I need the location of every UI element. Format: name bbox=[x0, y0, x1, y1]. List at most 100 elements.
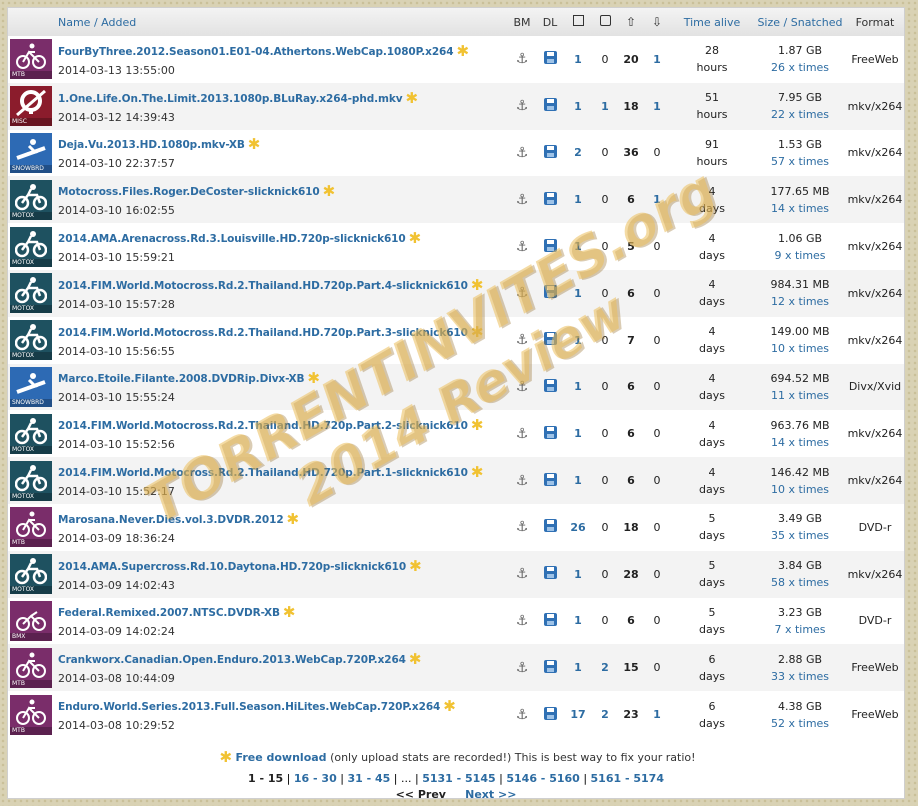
torrent-name-link[interactable]: 2014.FIM.World.Motocross.Rd.2.Thailand.H… bbox=[58, 327, 468, 339]
leechers-count[interactable]: 1 bbox=[653, 193, 661, 206]
seeders-count[interactable]: 6 bbox=[627, 380, 635, 393]
torrent-name-link[interactable]: Marosana.Never.Dies.vol.3.DVDR.2012 bbox=[58, 514, 284, 526]
sort-time-alive-link[interactable]: Time alive bbox=[684, 16, 741, 29]
page-link[interactable]: 16 - 30 bbox=[294, 772, 337, 785]
download-disk-icon[interactable] bbox=[543, 706, 557, 720]
bookmark-anchor-icon[interactable]: ⚓ bbox=[516, 285, 529, 301]
bookmark-anchor-icon[interactable]: ⚓ bbox=[516, 379, 529, 395]
seeders-count[interactable]: 18 bbox=[623, 100, 638, 113]
download-disk-icon[interactable] bbox=[543, 332, 557, 346]
snatched-link[interactable]: 7 x times bbox=[774, 623, 825, 636]
seeders-count[interactable]: 6 bbox=[627, 427, 635, 440]
seeders-count[interactable]: 23 bbox=[623, 708, 638, 721]
category-icon[interactable]: MOTOX bbox=[10, 554, 52, 595]
prev-link[interactable]: << Prev bbox=[396, 788, 446, 801]
torrent-name-link[interactable]: Motocross.Files.Roger.DeCoster-slicknick… bbox=[58, 186, 320, 198]
snatched-link[interactable]: 35 x times bbox=[771, 529, 829, 542]
seeders-count[interactable]: 6 bbox=[627, 474, 635, 487]
download-disk-icon[interactable] bbox=[543, 378, 557, 392]
sort-name-link[interactable]: Name bbox=[58, 16, 90, 29]
seeders-count[interactable]: 6 bbox=[627, 193, 635, 206]
snatched-link[interactable]: 22 x times bbox=[771, 108, 829, 121]
category-icon[interactable]: MOTOX bbox=[10, 179, 52, 220]
category-icon[interactable]: MOTOX bbox=[10, 226, 52, 267]
bookmark-anchor-icon[interactable]: ⚓ bbox=[516, 707, 529, 723]
bookmark-anchor-icon[interactable]: ⚓ bbox=[516, 566, 529, 582]
torrent-name-link[interactable]: Deja.Vu.2013.HD.1080p.mkv-XB bbox=[58, 139, 245, 151]
snatched-link[interactable]: 14 x times bbox=[771, 436, 829, 449]
next-link[interactable]: Next >> bbox=[465, 788, 516, 801]
download-disk-icon[interactable] bbox=[543, 191, 557, 205]
torrent-name-link[interactable]: Enduro.World.Series.2013.Full.Season.HiL… bbox=[58, 701, 440, 713]
download-disk-icon[interactable] bbox=[543, 425, 557, 439]
category-icon[interactable]: SNOWBRD bbox=[10, 366, 52, 407]
category-icon[interactable]: BMX bbox=[10, 600, 52, 641]
download-disk-icon[interactable] bbox=[543, 238, 557, 252]
category-icon[interactable]: MOTOX bbox=[10, 320, 52, 361]
sort-snatched-link[interactable]: Snatched bbox=[791, 16, 843, 29]
download-disk-icon[interactable] bbox=[543, 566, 557, 580]
bookmark-anchor-icon[interactable]: ⚓ bbox=[516, 98, 529, 114]
snatched-link[interactable]: 11 x times bbox=[771, 389, 829, 402]
seeders-count[interactable]: 15 bbox=[623, 661, 638, 674]
category-icon[interactable]: MISC bbox=[10, 86, 52, 127]
sort-size-link[interactable]: Size bbox=[757, 16, 780, 29]
category-icon[interactable]: MOTOX bbox=[10, 460, 52, 501]
snatched-link[interactable]: 12 x times bbox=[771, 295, 829, 308]
torrent-name-link[interactable]: 2014.FIM.World.Motocross.Rd.2.Thailand.H… bbox=[58, 280, 468, 292]
torrent-name-link[interactable]: 2014.FIM.World.Motocross.Rd.2.Thailand.H… bbox=[58, 467, 468, 479]
seeders-count[interactable]: 5 bbox=[627, 240, 635, 253]
files-count[interactable]: 1 bbox=[574, 427, 582, 440]
files-count[interactable]: 1 bbox=[574, 661, 582, 674]
download-disk-icon[interactable] bbox=[543, 472, 557, 486]
leechers-count[interactable]: 1 bbox=[653, 708, 661, 721]
category-icon[interactable]: MTB bbox=[10, 647, 52, 688]
comments-count[interactable]: 2 bbox=[601, 661, 609, 674]
torrent-name-link[interactable]: 2014.AMA.Supercross.Rd.10.Daytona.HD.720… bbox=[58, 561, 406, 573]
snatched-link[interactable]: 58 x times bbox=[771, 576, 829, 589]
seeders-arrow-up-icon[interactable]: ⇧ bbox=[626, 15, 636, 29]
torrent-name-link[interactable]: 1.One.Life.On.The.Limit.2013.1080p.BLuRa… bbox=[58, 93, 403, 105]
bookmark-anchor-icon[interactable]: ⚓ bbox=[516, 473, 529, 489]
bookmark-anchor-icon[interactable]: ⚓ bbox=[516, 51, 529, 67]
files-count[interactable]: 17 bbox=[570, 708, 585, 721]
page-link[interactable]: 5161 - 5174 bbox=[591, 772, 664, 785]
category-icon[interactable]: MTB bbox=[10, 507, 52, 548]
torrent-name-link[interactable]: 2014.FIM.World.Motocross.Rd.2.Thailand.H… bbox=[58, 420, 468, 432]
files-count[interactable]: 1 bbox=[574, 614, 582, 627]
torrent-name-link[interactable]: Marco.Etoile.Filante.2008.DVDRip.Divx-XB bbox=[58, 373, 305, 385]
files-count[interactable]: 1 bbox=[574, 100, 582, 113]
category-icon[interactable]: MOTOX bbox=[10, 413, 52, 454]
download-disk-icon[interactable] bbox=[543, 659, 557, 673]
download-disk-icon[interactable] bbox=[543, 612, 557, 626]
download-disk-icon[interactable] bbox=[543, 51, 557, 65]
bookmark-anchor-icon[interactable]: ⚓ bbox=[516, 332, 529, 348]
page-link[interactable]: 5131 - 5145 bbox=[422, 772, 495, 785]
download-disk-icon[interactable] bbox=[543, 519, 557, 533]
bookmark-anchor-icon[interactable]: ⚓ bbox=[516, 519, 529, 535]
files-count[interactable]: 1 bbox=[574, 334, 582, 347]
comments-count[interactable]: 1 bbox=[601, 100, 609, 113]
leechers-arrow-down-icon[interactable]: ⇩ bbox=[652, 15, 662, 29]
bookmark-anchor-icon[interactable]: ⚓ bbox=[516, 660, 529, 676]
snatched-link[interactable]: 10 x times bbox=[771, 342, 829, 355]
download-disk-icon[interactable] bbox=[543, 144, 557, 158]
category-icon[interactable]: MOTOX bbox=[10, 273, 52, 314]
torrent-name-link[interactable]: Crankworx.Canadian.Open.Enduro.2013.WebC… bbox=[58, 654, 406, 666]
bookmark-anchor-icon[interactable]: ⚓ bbox=[516, 192, 529, 208]
files-count[interactable]: 1 bbox=[574, 193, 582, 206]
bookmark-anchor-icon[interactable]: ⚓ bbox=[516, 613, 529, 629]
seeders-count[interactable]: 7 bbox=[627, 334, 635, 347]
seeders-count[interactable]: 28 bbox=[623, 568, 638, 581]
snatched-link[interactable]: 57 x times bbox=[771, 155, 829, 168]
files-count[interactable]: 2 bbox=[574, 146, 582, 159]
files-count[interactable]: 1 bbox=[574, 240, 582, 253]
torrent-name-link[interactable]: Federal.Remixed.2007.NTSC.DVDR-XB bbox=[58, 607, 280, 619]
files-count[interactable]: 1 bbox=[574, 474, 582, 487]
files-count[interactable]: 1 bbox=[574, 53, 582, 66]
bookmark-anchor-icon[interactable]: ⚓ bbox=[516, 426, 529, 442]
leechers-count[interactable]: 1 bbox=[653, 100, 661, 113]
page-link[interactable]: 31 - 45 bbox=[347, 772, 390, 785]
torrent-name-link[interactable]: FourByThree.2012.Season01.E01-04.Atherto… bbox=[58, 46, 454, 58]
files-count[interactable]: 1 bbox=[574, 380, 582, 393]
